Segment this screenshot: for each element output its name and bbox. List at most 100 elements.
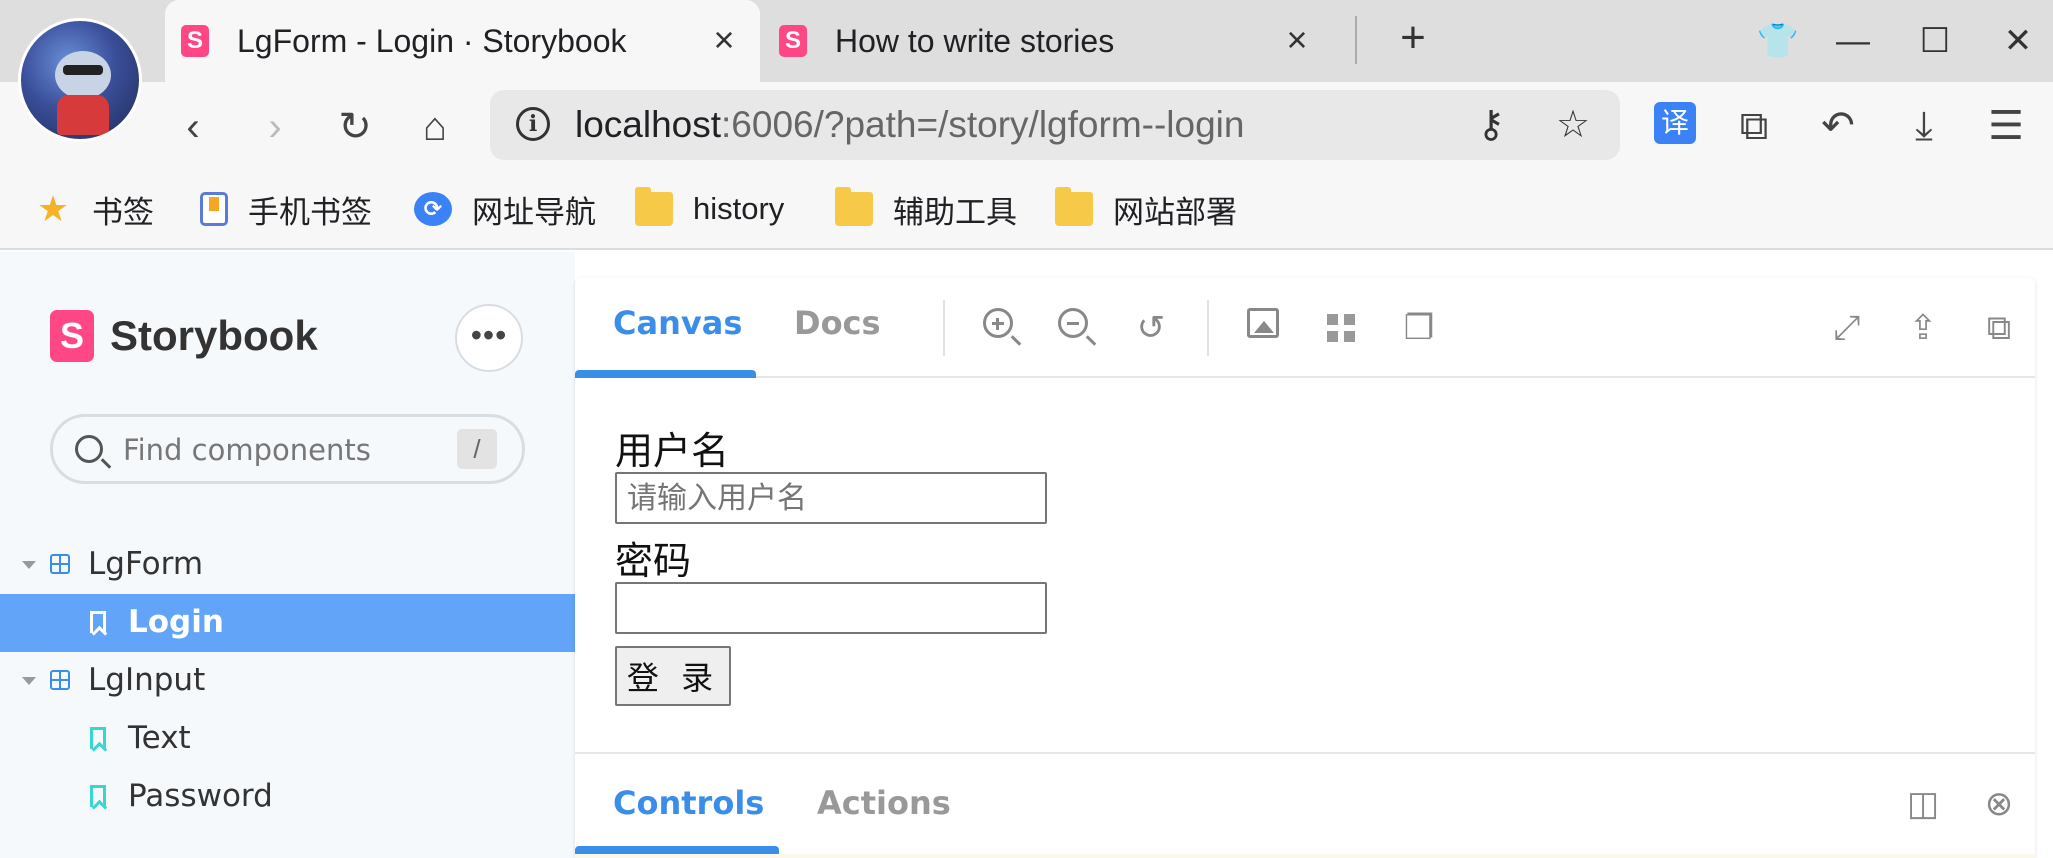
bookmark-folder[interactable]: 辅助工具 [835,186,1017,232]
expand-caret-icon[interactable] [22,677,36,685]
close-panel-icon[interactable]: ⊗ [1979,784,2019,824]
minimize-button[interactable]: — [1830,18,1876,64]
menu-icon[interactable]: ☰ [1980,100,2032,152]
component-icon [50,670,70,690]
tab-title: How to write stories [835,22,1115,59]
storybook-main-panel: Canvas Docs ↺ ❐ ⤢ ⇪ ⧉ 用户名 密码 登 录 Control… [575,278,2035,858]
password-input[interactable] [615,582,1047,634]
bookmark-label: 书签 [92,194,154,230]
bookmark-label: 手机书签 [248,194,372,230]
component-label: LgForm [88,546,204,582]
fullscreen-icon[interactable]: ⤢ [1827,308,1867,348]
tab-strip: S LgForm - Login · Storybook × S How to … [0,0,2053,142]
tab-lgform-login[interactable]: S LgForm - Login · Storybook × [165,0,760,82]
grid-icon[interactable] [1327,314,1367,354]
browser-toolbar: ‹ › ↻ ⌂ i localhost:6006/?path=/story/lg… [0,82,2053,172]
bookmark-star-icon[interactable]: ☆ [1552,104,1594,146]
phone-icon [200,192,228,226]
tree-story-text[interactable]: Text [0,710,575,768]
extensions-icon[interactable]: ⧉ [1728,100,1780,152]
username-label: 用户名 [615,429,730,473]
tree-story-login[interactable]: Login [0,594,575,652]
tab-close-icon[interactable]: × [706,22,742,58]
storybook-brand[interactable]: S Storybook [50,310,318,362]
tab-close-icon[interactable]: × [1279,22,1315,58]
forward-button[interactable]: › [248,100,302,154]
address-bar[interactable]: i localhost:6006/?path=/story/lgform--lo… [490,90,1620,160]
expand-caret-icon[interactable] [22,561,36,569]
zoom-in-icon[interactable] [983,308,1023,348]
background-icon[interactable] [1247,308,1287,348]
share-icon[interactable]: ⇪ [1903,308,1943,348]
tree-story-password[interactable]: Password [0,768,575,826]
profile-avatar[interactable] [18,18,142,142]
new-tab-button[interactable]: + [1390,16,1436,62]
storybook-favicon-icon: S [181,25,209,57]
browser-chrome: S LgForm - Login · Storybook × S How to … [0,0,2053,250]
search-icon [75,435,103,463]
login-button[interactable]: 登 录 [615,646,731,706]
password-label: 密码 [615,539,692,583]
bookmark-item[interactable]: 手机书签 [200,186,372,232]
active-tab-indicator [575,370,756,378]
bookmark-icon [90,785,106,807]
outline-icon[interactable]: ❐ [1399,308,1439,348]
bookmark-folder[interactable]: 网站部署 [1055,186,1237,232]
bookmark-label: 网站部署 [1113,194,1237,230]
close-window-button[interactable]: ✕ [1995,18,2041,64]
key-icon[interactable]: ⚷ [1470,104,1512,146]
avatar-glasses [63,65,103,75]
site-info-icon[interactable]: i [516,107,550,141]
home-button[interactable]: ⌂ [408,100,462,154]
storybook-title: Storybook [110,312,318,359]
bookmark-folder[interactable]: history [635,186,784,232]
tree-component-lgform[interactable]: LgForm [0,536,575,594]
search-input[interactable] [123,429,423,471]
folder-icon [635,187,673,226]
folder-icon [1055,187,1093,226]
component-icon [50,554,70,574]
bookmark-label: 辅助工具 [893,194,1017,230]
tab-how-to-write-stories[interactable]: S How to write stories × [763,0,1333,82]
grid-squares-icon [1327,314,1355,342]
zoom-out-icon[interactable] [1058,308,1098,348]
undo-icon[interactable]: ↶ [1812,100,1864,152]
folder-icon [835,187,873,226]
download-icon[interactable]: ⤓ [1898,100,1950,152]
tab-canvas[interactable]: Canvas [613,304,742,342]
bookmark-item[interactable]: ⟳ 网址导航 [414,186,596,232]
url-text[interactable]: localhost:6006/?path=/story/lgform--logi… [575,104,1244,146]
nav-icon: ⟳ [414,192,452,226]
story-canvas: 用户名 密码 登 录 [575,380,2035,750]
story-label: Password [128,778,273,814]
shirt-icon[interactable]: 👕 [1755,18,1801,64]
image-icon [1247,308,1279,338]
bookmark-item[interactable]: ★ 书签 [34,186,154,232]
reload-button[interactable]: ↻ [328,100,382,154]
sidebar-menu-button[interactable]: ••• [455,304,523,372]
tab-docs[interactable]: Docs [794,304,881,342]
preview-toolbar: Canvas Docs ↺ ❐ ⤢ ⇪ ⧉ [575,278,2035,378]
story-label: Login [128,604,224,640]
toolbar-divider [943,300,945,356]
avatar-shirt [57,95,109,135]
component-search[interactable]: / [50,414,525,484]
bookmark-label: history [693,191,785,226]
magnifier-icon [983,308,1013,338]
bookmark-icon [90,727,106,749]
storybook-sidebar: S Storybook ••• / LgForm Login LgInput T… [0,252,575,858]
storybook-logo-icon: S [50,310,94,362]
addon-content-edge [575,854,2035,858]
username-input[interactable] [615,472,1047,524]
zoom-reset-icon[interactable]: ↺ [1131,308,1171,348]
copy-icon[interactable]: ⧉ [1979,308,2019,348]
tree-component-lginput[interactable]: LgInput [0,652,575,710]
active-addon-indicator [575,846,779,854]
tab-controls[interactable]: Controls [613,784,764,822]
back-button[interactable]: ‹ [166,100,220,154]
maximize-button[interactable]: ☐ [1912,18,1958,64]
tab-actions[interactable]: Actions [817,784,951,822]
bookmark-label: 网址导航 [472,194,596,230]
translate-icon[interactable]: 译 [1654,102,1696,144]
panel-orientation-icon[interactable]: ◫ [1903,784,1943,824]
